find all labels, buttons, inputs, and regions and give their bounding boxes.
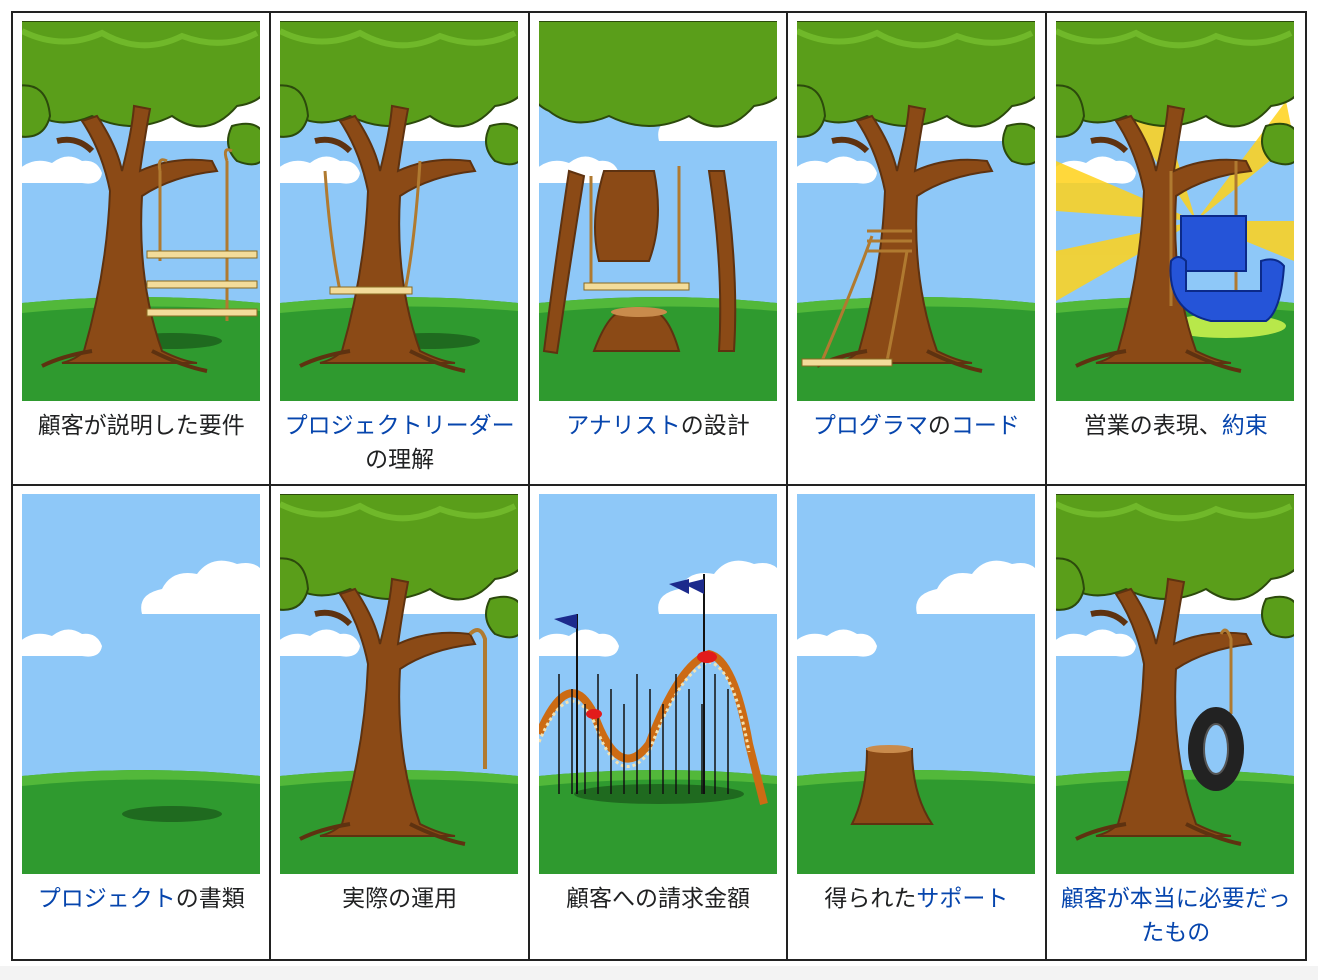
comic-cell-4: プログラマのコード xyxy=(788,13,1047,486)
comic-cell-9: 得られたサポート xyxy=(788,486,1047,959)
caption-text: の理解 xyxy=(365,447,435,473)
caption-link[interactable]: プロジェクトリーダー xyxy=(285,413,515,439)
stump-illustration xyxy=(797,494,1036,874)
panel-caption: 実際の運用 xyxy=(275,882,523,916)
armchair-illustration xyxy=(1055,21,1294,401)
comic-panel-image xyxy=(22,494,260,874)
caption-link[interactable]: プロジェクト xyxy=(38,886,176,912)
comic-cell-7: 実際の運用 xyxy=(271,486,530,959)
comic-cell-2: プロジェクトリーダーの理解 xyxy=(271,13,530,486)
caption-text: 得られた xyxy=(824,886,917,912)
panel-caption: プロジェクトリーダーの理解 xyxy=(275,409,523,477)
comic-panel-image xyxy=(280,494,519,874)
comic-cell-6: プロジェクトの書類 xyxy=(13,486,272,959)
comic-panel-image xyxy=(797,494,1036,874)
empty-illustration xyxy=(22,494,260,874)
panel-caption: 顧客への請求金額 xyxy=(534,882,782,916)
panel-caption: 営業の表現、約束 xyxy=(1051,409,1301,443)
swing-trunk-through-illustration xyxy=(280,21,519,401)
caption-text: の書類 xyxy=(175,886,245,912)
panel-caption: プロジェクトの書類 xyxy=(17,882,265,916)
comic-cell-1: 顧客が説明した要件 xyxy=(13,13,272,486)
comic-panel-image xyxy=(538,21,777,401)
comic-panel-image xyxy=(797,21,1036,401)
caption-text: 顧客が説明した要件 xyxy=(37,413,245,439)
comic-panel-image xyxy=(1055,494,1294,874)
comic-cell-10: 顧客が本当に必要だったもの xyxy=(1047,486,1305,959)
panel-caption: アナリストの設計 xyxy=(534,409,782,443)
swing-cut-tree-illustration xyxy=(538,21,777,401)
caption-link[interactable]: 顧客が本当に必要だったもの xyxy=(1061,886,1291,946)
caption-link[interactable]: サポート xyxy=(916,886,1008,912)
comic-grid: 顧客が説明した要件 プロジェクトリーダーの理解 アナリストの設計 プログラマのコ… xyxy=(11,11,1307,961)
panel-caption: 顧客が説明した要件 xyxy=(17,409,265,443)
caption-link[interactable]: プログラマ xyxy=(813,413,928,439)
swing-three-seats-illustration xyxy=(22,21,260,401)
rope-only-illustration xyxy=(280,494,519,874)
caption-text: の設計 xyxy=(680,413,750,439)
comic-panel-image xyxy=(1055,21,1294,401)
panel-caption: 顧客が本当に必要だったもの xyxy=(1051,882,1301,950)
panel-caption: 得られたサポート xyxy=(792,882,1040,916)
comic-panel-image xyxy=(22,21,260,401)
caption-text: 顧客への請求金額 xyxy=(565,886,750,912)
comic-cell-8: 顧客への請求金額 xyxy=(530,486,789,959)
caption-link[interactable]: 約束 xyxy=(1222,413,1268,439)
rollercoaster-illustration xyxy=(538,494,777,874)
caption-text: 営業の表現、 xyxy=(1083,413,1222,439)
comic-panel-image xyxy=(280,21,519,401)
caption-link[interactable]: アナリスト xyxy=(566,413,681,439)
comic-cell-5: 営業の表現、約束 xyxy=(1046,13,1305,486)
page-bottom-strip xyxy=(0,966,1318,980)
panel-caption: プログラマのコード xyxy=(792,409,1040,443)
caption-text: 実際の運用 xyxy=(342,886,458,912)
caption-text: の xyxy=(927,413,951,439)
caption-link[interactable]: コード xyxy=(951,413,1020,439)
tire-swing-illustration xyxy=(1055,494,1294,874)
comic-panel-image xyxy=(538,494,777,874)
swing-tied-trunk-illustration xyxy=(797,21,1036,401)
comic-cell-3: アナリストの設計 xyxy=(529,13,789,486)
